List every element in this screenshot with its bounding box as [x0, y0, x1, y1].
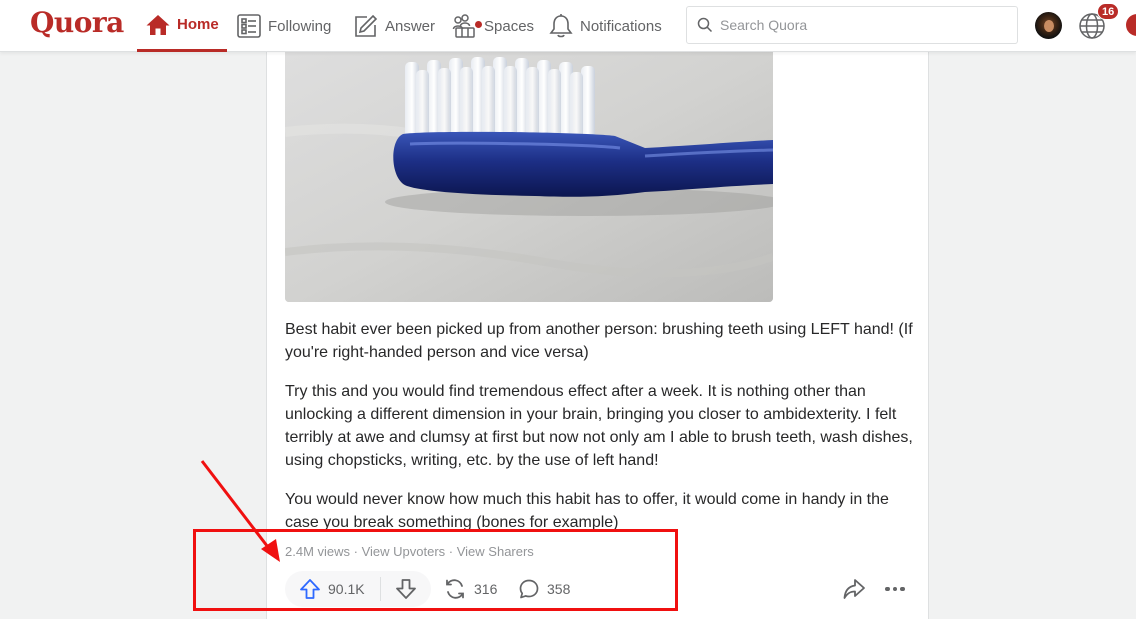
more-dot: [885, 586, 890, 592]
nav-following[interactable]: Following: [236, 0, 331, 52]
answer-text: Best habit ever been picked up from anot…: [285, 318, 915, 550]
nav-home[interactable]: Home: [137, 0, 227, 52]
view-upvoters-link[interactable]: View Upvoters: [362, 544, 446, 559]
nav-spaces[interactable]: Spaces: [452, 0, 534, 52]
answer-paragraph: Best habit ever been picked up from anot…: [285, 321, 913, 361]
search-icon: [697, 17, 713, 33]
view-sharers-link[interactable]: View Sharers: [457, 544, 534, 559]
nav-home-label: Home: [177, 16, 219, 33]
upvote-count: 90.1K: [328, 581, 365, 597]
more-dot: [892, 586, 898, 592]
answer-action-bar: 90.1K 316 358: [285, 569, 915, 609]
following-icon: [237, 14, 261, 38]
nav-answer[interactable]: Answer: [353, 0, 435, 52]
comment-icon: [519, 579, 539, 599]
reshare-count: 316: [474, 581, 498, 597]
home-icon: [146, 14, 170, 35]
vote-group: 90.1K: [285, 571, 431, 607]
more-options-button[interactable]: [882, 577, 908, 601]
user-avatar[interactable]: [1035, 12, 1062, 39]
more-dot: [900, 586, 905, 592]
downvote-arrow-icon: [396, 579, 416, 599]
nav-spaces-label: Spaces: [484, 17, 535, 35]
downvote-button[interactable]: [381, 571, 431, 607]
nav-answer-label: Answer: [385, 17, 436, 35]
nav-notifications[interactable]: Notifications: [548, 0, 662, 52]
share-icon[interactable]: [842, 577, 866, 601]
quora-logo[interactable]: Quora: [30, 6, 124, 39]
answer-paragraph: You would never know how much this habit…: [285, 491, 889, 531]
notification-count-badge: 16: [1097, 3, 1120, 20]
answer-card: Best habit ever been picked up from anot…: [266, 52, 929, 619]
nav-following-label: Following: [268, 17, 332, 35]
reshare-icon: [446, 579, 464, 599]
top-navigation-bar: Quora Home Following Answer Spaces Notif…: [0, 0, 1136, 52]
toothbrush-image: [285, 52, 773, 302]
reshare-button[interactable]: 316: [443, 575, 497, 603]
separator-dot: ·: [445, 544, 457, 559]
comment-count: 358: [547, 581, 571, 597]
answer-stats: 2.4M views · View Upvoters · View Sharer…: [285, 544, 534, 559]
upvote-button[interactable]: 90.1K: [285, 571, 380, 607]
search-bar[interactable]: [686, 6, 1018, 44]
add-question-button[interactable]: [1126, 14, 1136, 36]
answer-icon: [355, 14, 378, 37]
comment-button[interactable]: 358: [518, 575, 570, 603]
nav-notifications-label: Notifications: [580, 17, 662, 35]
bell-icon: [549, 14, 573, 38]
view-count: 2.4M views: [285, 544, 351, 559]
separator-dot: ·: [350, 544, 362, 559]
spaces-icon-wrapper: [452, 13, 483, 39]
spaces-notification-dot: [474, 20, 483, 29]
search-input[interactable]: [720, 17, 1000, 33]
post-image[interactable]: [285, 52, 773, 302]
answer-paragraph: Try this and you would find tremendous e…: [285, 383, 913, 469]
upvote-arrow-icon: [300, 579, 320, 599]
